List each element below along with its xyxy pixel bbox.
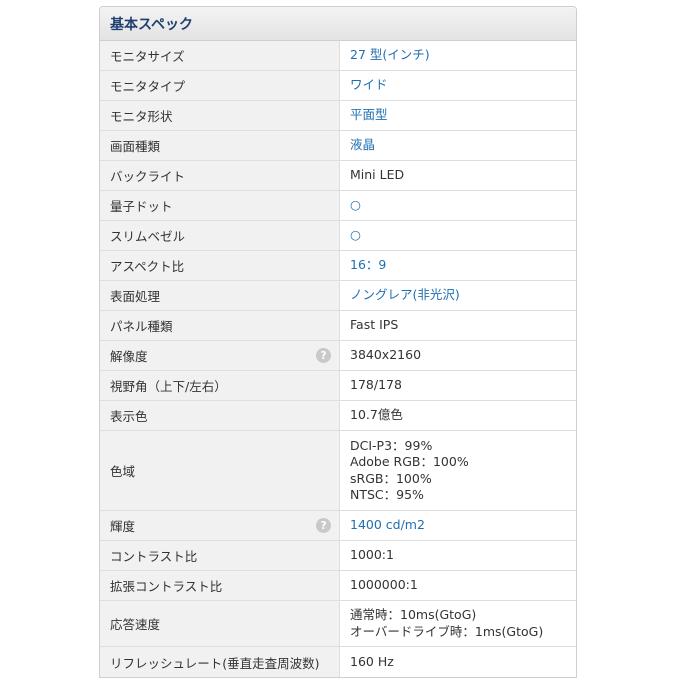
spec-label: 応答速度	[100, 601, 340, 646]
spec-value: 10.7億色	[350, 407, 403, 423]
spec-row-screen-type: 画面種類 液晶	[100, 131, 576, 161]
spec-value: Fast IPS	[350, 317, 399, 333]
spec-label: パネル種類	[100, 311, 340, 340]
spec-row-color-gamut: 色域 DCI-P3：99% Adobe RGB：100% sRGB：100% N…	[100, 431, 576, 511]
spec-value: Mini LED	[350, 167, 405, 183]
spec-row-quantum-dot: 量子ドット ○	[100, 191, 576, 221]
spec-value-link[interactable]: 平面型	[340, 101, 576, 130]
spec-value-link[interactable]: ○	[340, 191, 576, 220]
spec-label: モニタ形状	[100, 101, 340, 130]
spec-value: 3840x2160	[350, 347, 422, 363]
spec-table-title: 基本スペック	[100, 7, 576, 41]
spec-value: DCI-P3：99% Adobe RGB：100% sRGB：100% NTSC…	[340, 431, 576, 510]
spec-label: 量子ドット	[100, 191, 340, 220]
spec-value-link[interactable]: ノングレア(非光沢)	[340, 281, 576, 310]
help-icon[interactable]: ?	[316, 518, 331, 533]
spec-row-brightness: 輝度 ? 1400 cd/m2	[100, 511, 576, 541]
spec-row-panel-type: パネル種類 Fast IPS	[100, 311, 576, 341]
spec-row-monitor-size: モニタサイズ 27 型(インチ)	[100, 41, 576, 71]
spec-label: モニタタイプ	[100, 71, 340, 100]
spec-value-line: オーバードライブ時：1ms(GtoG)	[350, 623, 544, 639]
spec-table: 基本スペック モニタサイズ 27 型(インチ) モニタタイプ ワイド モニタ形状…	[99, 6, 577, 678]
spec-value: 1000:1	[350, 547, 394, 563]
spec-value-link[interactable]: ワイド	[340, 71, 576, 100]
spec-label: 視野角（上下/左右）	[100, 371, 340, 400]
spec-label: 色域	[100, 431, 340, 510]
spec-value-link[interactable]: ○	[340, 221, 576, 250]
spec-value-line: Adobe RGB：100%	[350, 454, 469, 469]
spec-row-backlight: バックライト Mini LED	[100, 161, 576, 191]
spec-label: アスペクト比	[100, 251, 340, 280]
spec-row-monitor-shape: モニタ形状 平面型	[100, 101, 576, 131]
spec-row-response-time: 応答速度 通常時：10ms(GtoG) オーバードライブ時：1ms(GtoG)	[100, 601, 576, 647]
spec-value-line: 通常時：10ms(GtoG)	[350, 607, 477, 622]
spec-value-link[interactable]: 16：9	[340, 251, 576, 280]
spec-label: コントラスト比	[100, 541, 340, 570]
spec-label: 解像度 ?	[100, 341, 340, 370]
spec-label: スリムベゼル	[100, 221, 340, 250]
spec-row-aspect-ratio: アスペクト比 16：9	[100, 251, 576, 281]
spec-label: バックライト	[100, 161, 340, 190]
spec-value-line: DCI-P3：99%	[350, 437, 433, 453]
spec-value-link[interactable]: 27 型(インチ)	[340, 41, 576, 70]
spec-value: 178/178	[350, 377, 402, 393]
spec-label: 画面種類	[100, 131, 340, 160]
spec-row-resolution: 解像度 ? 3840x2160	[100, 341, 576, 371]
spec-row-display-colors: 表示色 10.7億色	[100, 401, 576, 431]
spec-label: 拡張コントラスト比	[100, 571, 340, 600]
spec-label: モニタサイズ	[100, 41, 340, 70]
spec-label: 輝度 ?	[100, 511, 340, 540]
spec-value-line: sRGB：100%	[350, 470, 432, 486]
spec-row-contrast-ratio: コントラスト比 1000:1	[100, 541, 576, 571]
spec-label: 表示色	[100, 401, 340, 430]
spec-row-viewing-angle: 視野角（上下/左右） 178/178	[100, 371, 576, 401]
spec-value: 1000000:1	[350, 577, 418, 593]
help-icon[interactable]: ?	[316, 348, 331, 363]
spec-row-monitor-type: モニタタイプ ワイド	[100, 71, 576, 101]
spec-value-link[interactable]: 液晶	[340, 131, 576, 160]
spec-value-link[interactable]: 1400 cd/m2	[340, 511, 576, 540]
spec-value: 通常時：10ms(GtoG) オーバードライブ時：1ms(GtoG)	[340, 601, 576, 646]
spec-value-line: NTSC：95%	[350, 487, 424, 502]
spec-label: 表面処理	[100, 281, 340, 310]
spec-row-slim-bezel: スリムベゼル ○	[100, 221, 576, 251]
spec-row-surface-treatment: 表面処理 ノングレア(非光沢)	[100, 281, 576, 311]
spec-row-extended-contrast: 拡張コントラスト比 1000000:1	[100, 571, 576, 601]
